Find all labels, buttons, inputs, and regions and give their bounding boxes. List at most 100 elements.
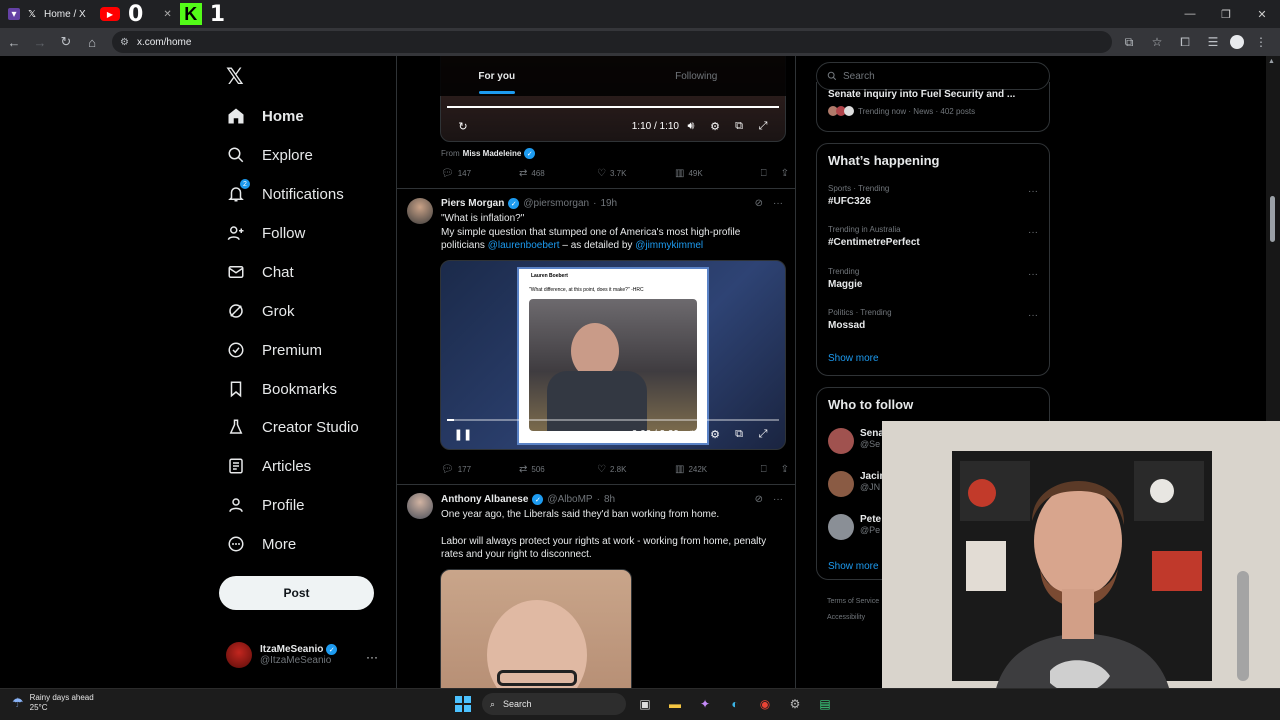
back-icon[interactable]: ← [2, 30, 26, 54]
app-icon[interactable]: ▤ [814, 693, 836, 715]
footer-link[interactable]: Terms of Service [827, 598, 879, 605]
more-icon[interactable]: ··· [1028, 310, 1038, 321]
trend-item[interactable]: Trending Maggie ··· [828, 267, 1038, 290]
forward-icon[interactable]: → [28, 30, 52, 54]
nav-item-bookmarks[interactable]: Bookmarks [226, 373, 337, 405]
browser-menu-icon[interactable]: ⋮ [1250, 30, 1272, 54]
fullscreen-icon[interactable]: ⤢ [751, 120, 775, 133]
nav-item-grok[interactable]: Grok [226, 295, 295, 327]
author-name[interactable]: Anthony Albanese [441, 494, 528, 505]
nav-item-notifications[interactable]: 2 Notifications [226, 178, 344, 210]
repost-button[interactable]: ⇄ 506 [519, 464, 597, 475]
account-switcher[interactable]: ItzaMeSeanio ✓ @ItzaMeSeanio ··· [226, 642, 386, 668]
trending-news-card[interactable]: Senate inquiry into Fuel Security and ..… [816, 82, 1050, 132]
more-icon[interactable]: ··· [773, 494, 783, 505]
post-button[interactable]: Post [219, 576, 374, 610]
grok-icon[interactable]: ⊘ [755, 494, 763, 505]
extensions-icon[interactable]: ⧠ [1174, 30, 1196, 54]
tab-following[interactable]: Following [597, 56, 796, 96]
pip-icon[interactable]: ⧉ [727, 120, 751, 133]
tweet-time[interactable]: 8h [604, 494, 615, 505]
replay-icon[interactable]: ↻ [451, 120, 475, 133]
settings-icon[interactable]: ⚙ [703, 428, 727, 441]
weather-widget[interactable]: ☂ Rainy days ahead 25°C [12, 693, 94, 713]
chrome-icon[interactable]: ◉ [754, 693, 776, 715]
video-progress-bar[interactable] [447, 106, 779, 108]
settings-icon[interactable]: ⚙ [703, 120, 727, 133]
tweet-time[interactable]: 19h [600, 198, 617, 209]
avatar[interactable] [407, 493, 433, 519]
site-info-icon[interactable]: ⚙ [120, 37, 129, 48]
grok-icon[interactable]: ⊘ [755, 198, 763, 209]
trend-item[interactable]: Trending in Australia #CentimetrePerfect… [828, 225, 1038, 248]
install-app-icon[interactable]: ⧉ [1118, 30, 1140, 54]
like-button[interactable]: ♡ 3.7K [597, 168, 675, 179]
author-name[interactable]: Piers Morgan [441, 198, 504, 209]
nav-item-follow[interactable]: Follow [226, 217, 305, 249]
nav-item-more[interactable]: More [226, 528, 296, 560]
nav-item-explore[interactable]: Explore [226, 139, 313, 171]
like-button[interactable]: ♡ 2.8K [597, 464, 675, 475]
bookmark-star-icon[interactable]: ☆ [1146, 30, 1168, 54]
nav-item-home[interactable]: Home [226, 100, 304, 132]
share-icon[interactable]: ⇪ [781, 464, 789, 475]
views-button[interactable]: ▥ 49K [675, 168, 753, 179]
more-icon[interactable]: ··· [1028, 186, 1038, 197]
source-name[interactable]: Miss Madeleine [463, 149, 522, 158]
show-more-link[interactable]: Show more [828, 353, 879, 364]
taskbar-search[interactable]: ⌕ Search [482, 693, 626, 715]
nav-item-profile[interactable]: Profile [226, 489, 305, 521]
copilot-icon[interactable]: ✦ [694, 693, 716, 715]
volume-icon[interactable]: 🔊︎ [679, 428, 703, 441]
footer-link[interactable]: Accessibility [827, 614, 865, 621]
more-icon[interactable]: ··· [1028, 227, 1038, 238]
author-handle[interactable]: @AlboMP [547, 494, 592, 505]
pause-icon[interactable]: ❚❚ [451, 428, 475, 441]
task-view-icon[interactable]: ▣ [634, 693, 656, 715]
account-more-icon[interactable]: ··· [366, 650, 378, 664]
restore-icon[interactable]: ❐ [1208, 0, 1244, 28]
fullscreen-icon[interactable]: ⤢ [751, 428, 775, 441]
reply-button[interactable]: 💬︎ 177 [441, 464, 519, 475]
windows-start-icon[interactable] [452, 693, 474, 715]
close-window-icon[interactable]: ✕ [1244, 0, 1280, 28]
url-field[interactable]: ⚙ x.com/home [112, 31, 1112, 53]
browser-tab[interactable]: ▾ 𝕏 Home / X [0, 0, 94, 28]
trend-item[interactable]: Sports · Trending #UFC326 ··· [828, 184, 1038, 207]
nav-item-premium[interactable]: Premium [226, 334, 322, 366]
show-more-link[interactable]: Show more [828, 561, 879, 572]
nav-item-chat[interactable]: Chat [226, 256, 294, 288]
reply-button[interactable]: 💬︎ 147 [441, 168, 519, 179]
scrollbar-thumb[interactable] [1270, 196, 1275, 242]
nav-item-creator-studio[interactable]: Creator Studio [226, 411, 359, 443]
trend-item[interactable]: Politics · Trending Mossad ··· [828, 308, 1038, 331]
more-icon[interactable]: ··· [773, 198, 783, 209]
mention-link[interactable]: @laurenboebert [488, 240, 560, 251]
reading-list-icon[interactable]: ☰ [1202, 30, 1224, 54]
mention-link[interactable]: @jimmykimmel [635, 240, 703, 251]
views-button[interactable]: ▥ 242K [675, 464, 753, 475]
tweet-image[interactable] [440, 569, 632, 688]
minimize-icon[interactable]: — [1172, 0, 1208, 28]
repost-button[interactable]: ⇄ 468 [519, 168, 597, 179]
follow-suggestion[interactable]: Pete @Pe [828, 514, 881, 540]
more-icon[interactable]: ··· [1028, 269, 1038, 280]
reload-icon[interactable]: ↻ [54, 30, 78, 54]
file-explorer-icon[interactable]: ▬ [664, 693, 686, 715]
edge-icon[interactable]: ◐ [724, 693, 746, 715]
follow-suggestion[interactable]: Sena @Se [828, 428, 884, 454]
scroll-up-icon[interactable]: ▲ [1268, 58, 1275, 65]
bookmark-icon[interactable]: ⎕ [761, 464, 767, 475]
pip-icon[interactable]: ⧉ [727, 428, 751, 441]
author-handle[interactable]: @piersmorgan [523, 198, 589, 209]
profile-avatar-icon[interactable] [1230, 35, 1244, 49]
steam-icon[interactable]: ⚙ [784, 693, 806, 715]
avatar[interactable] [407, 198, 433, 224]
nav-item-articles[interactable]: Articles [226, 450, 311, 482]
tweet-video[interactable]: Lauren Boebert "What difference, at this… [440, 260, 786, 450]
home-browser-icon[interactable]: ⌂ [80, 30, 104, 54]
tab-close-icon[interactable]: ✕ [163, 9, 171, 20]
x-logo-icon[interactable]: 𝕏 [226, 64, 244, 90]
bookmark-icon[interactable]: ⎕ [761, 168, 767, 179]
volume-icon[interactable]: 🔊︎ [679, 120, 703, 133]
